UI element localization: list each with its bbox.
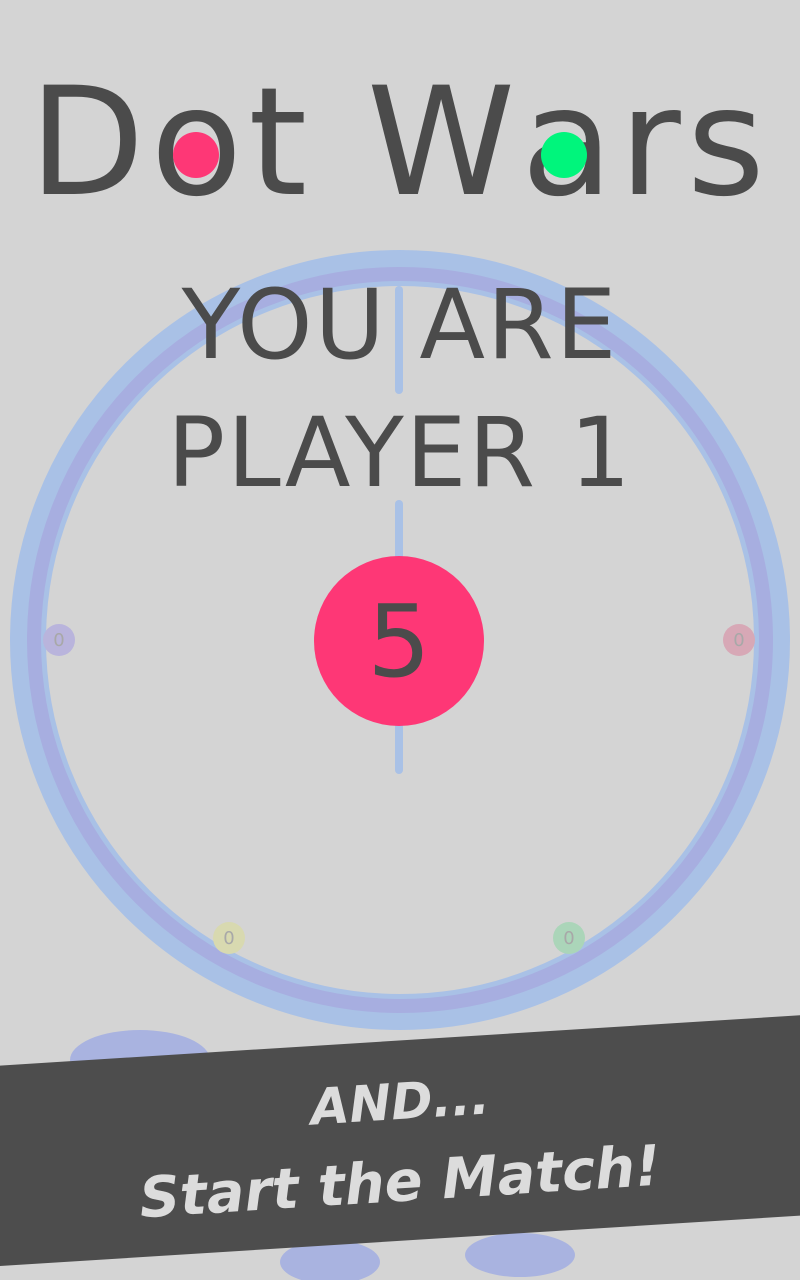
game-screen: Dot Wars YOU ARE PLAYER 1 5 0 0 0 0 AND.… <box>0 0 800 1280</box>
title-letter-o: o <box>151 58 249 228</box>
player-score: 0 <box>223 927 235 949</box>
message-line-2: PLAYER 1 <box>167 397 633 509</box>
message-line-1: YOU ARE <box>181 269 619 381</box>
player-score: 0 <box>53 629 65 651</box>
green-dot-icon <box>541 132 588 178</box>
game-title: Dot Wars <box>0 58 800 228</box>
arena-blob-bottom-right <box>465 1233 575 1277</box>
player-score: 0 <box>563 927 575 949</box>
countdown-number: 5 <box>367 582 431 700</box>
countdown-dot: 5 <box>314 556 484 726</box>
title-part: t W <box>248 56 522 230</box>
player-score: 0 <box>733 629 745 651</box>
pink-dot-icon <box>172 132 219 178</box>
player-marker-left: 0 <box>43 624 75 656</box>
title-part: D <box>29 56 151 230</box>
title-part: rs <box>619 56 771 230</box>
player-marker-right: 0 <box>723 624 755 656</box>
player-marker-bottom-left: 0 <box>213 922 245 954</box>
player-marker-bottom-right: 0 <box>553 922 585 954</box>
title-letter-a: a <box>521 58 619 228</box>
